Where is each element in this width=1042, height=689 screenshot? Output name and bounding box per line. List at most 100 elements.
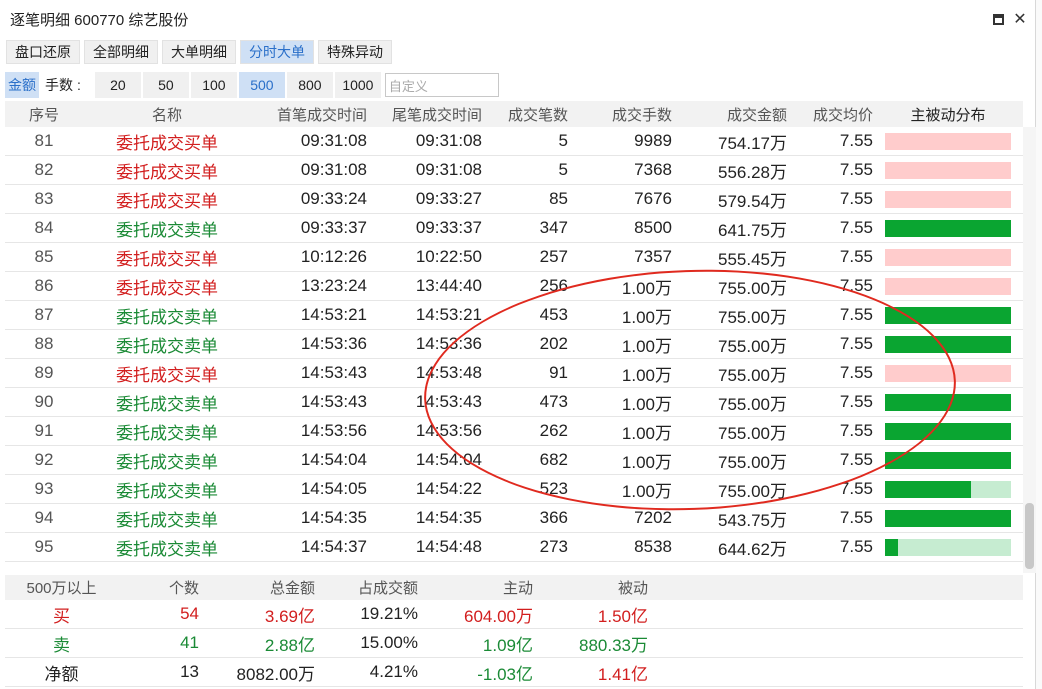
cell-count: 257 <box>539 247 568 266</box>
distribution-bar <box>885 509 1011 527</box>
cell-count: 85 <box>549 189 568 208</box>
vertical-scrollbar[interactable] <box>1023 127 1036 573</box>
cell-first: 09:31:08 <box>300 160 367 179</box>
cell-lots: 1.00万 <box>621 481 672 501</box>
column-header[interactable]: 成交金额 <box>672 104 787 125</box>
cell-name: 委托成交卖单 <box>116 481 218 501</box>
cell-amount: 755.00万 <box>718 307 787 327</box>
lot-option-20[interactable]: 20 <box>94 72 141 98</box>
table-row[interactable]: 92 委托成交卖单 14:54:04 14:54:04 682 1.00万 755.00万 7… <box>5 446 1023 475</box>
cell-lots: 8538 <box>634 537 672 556</box>
amount-filter-button[interactable]: 金额 <box>5 72 39 98</box>
lot-option-500[interactable]: 500 <box>238 72 285 98</box>
cell-first: 14:53:43 <box>300 392 367 411</box>
cell-avg: 7.55 <box>839 160 873 179</box>
distribution-bar-fill <box>885 422 1011 440</box>
tab-4[interactable]: 特殊异动 <box>318 40 392 64</box>
trade-detail-window: 逐笔明细 600770 综艺股份 ✕ 盘口还原 全部明细 大单明细 分时大单 特殊异动 … <box>0 0 1036 689</box>
column-header[interactable]: 成交均价 <box>787 104 873 125</box>
cell-name: 委托成交买单 <box>116 162 218 182</box>
distribution-bar <box>885 190 1011 208</box>
cell-last: 09:33:37 <box>415 218 482 237</box>
table-row[interactable]: 89 委托成交买单 14:53:43 14:53:48 91 1.00万 755.00万 7.… <box>5 359 1023 388</box>
tab-bar: 盘口还原 全部明细 大单明细 分时大单 特殊异动 <box>0 38 1035 66</box>
custom-lots-input[interactable]: 自定义 <box>384 73 499 97</box>
cell-last: 09:31:08 <box>415 131 482 150</box>
cell-first: 14:54:05 <box>300 479 367 498</box>
cell-lots: 7202 <box>634 508 672 527</box>
table-row[interactable]: 94 委托成交卖单 14:54:35 14:54:35 366 7202 543.75万 7.… <box>5 504 1023 533</box>
cell-first: 14:54:04 <box>300 450 367 469</box>
column-header[interactable]: 首笔成交时间 <box>256 104 367 125</box>
distribution-bar-fill <box>885 480 971 498</box>
tab-2[interactable]: 大单明细 <box>162 40 236 64</box>
cell-amount: 755.00万 <box>718 481 787 501</box>
summary-column-header: 总金额 <box>269 580 315 597</box>
cell-count: 682 <box>539 450 568 469</box>
cell-first: 14:54:37 <box>300 537 367 556</box>
cell-lots: 7357 <box>634 247 672 266</box>
table-row[interactable]: 82 委托成交买单 09:31:08 09:31:08 5 7368 556.28万 7.55 <box>5 156 1023 185</box>
cell-count: 256 <box>539 276 568 295</box>
table-row[interactable]: 85 委托成交买单 10:12:26 10:22:50 257 7357 555.45万 7.… <box>5 243 1023 272</box>
table-row[interactable]: 83 委托成交买单 09:33:24 09:33:27 85 7676 579.54万 7.5… <box>5 185 1023 214</box>
cell-name: 委托成交买单 <box>116 278 218 298</box>
summary-cell-pct: 15.00% <box>360 633 418 652</box>
cell-last: 14:54:35 <box>415 508 482 527</box>
cell-amount: 755.00万 <box>718 452 787 472</box>
lot-option-800[interactable]: 800 <box>286 72 333 98</box>
cell-lots: 1.00万 <box>621 452 672 472</box>
table-row[interactable]: 91 委托成交卖单 14:53:56 14:53:56 262 1.00万 755.00万 7… <box>5 417 1023 446</box>
lot-options: 20 50 100 500 800 1000 <box>94 72 383 98</box>
table-row[interactable]: 88 委托成交卖单 14:53:36 14:53:36 202 1.00万 755.00万 7… <box>5 330 1023 359</box>
cell-avg: 7.55 <box>839 450 873 469</box>
cell-avg: 7.55 <box>839 508 873 527</box>
cell-name: 委托成交卖单 <box>116 307 218 327</box>
close-button[interactable]: ✕ <box>1009 8 1031 30</box>
summary-cell-pct: 4.21% <box>369 662 418 681</box>
cell-no: 94 <box>34 508 54 527</box>
column-header[interactable]: 主被动分布 <box>873 104 1023 125</box>
distribution-bar <box>885 422 1011 440</box>
distribution-bar-fill <box>885 219 1011 237</box>
cell-name: 委托成交卖单 <box>116 539 218 559</box>
cell-amount: 755.00万 <box>718 365 787 385</box>
tab-1[interactable]: 全部明细 <box>84 40 158 64</box>
table-row[interactable]: 84 委托成交卖单 09:33:37 09:33:37 347 8500 641.75万 7.… <box>5 214 1023 243</box>
cell-last: 14:54:22 <box>415 479 482 498</box>
table-row[interactable]: 86 委托成交买单 13:23:24 13:44:40 256 1.00万 755.00万 7… <box>5 272 1023 301</box>
cell-name: 委托成交买单 <box>116 191 218 211</box>
column-header[interactable]: 成交笔数 <box>482 104 568 125</box>
scrollbar-thumb[interactable] <box>1025 503 1034 569</box>
cell-count: 5 <box>558 160 568 179</box>
cell-lots: 1.00万 <box>621 307 672 327</box>
table-row[interactable]: 81 委托成交买单 09:31:08 09:31:08 5 9989 754.17万 7.55 <box>5 127 1023 156</box>
cell-count: 262 <box>539 421 568 440</box>
cell-lots: 1.00万 <box>621 365 672 385</box>
lot-option-50[interactable]: 50 <box>142 72 189 98</box>
summary-table: 500万以上 个数 总金额 占成交额 主动 被动 买 54 3.69亿 19.21% 604.00… <box>5 575 1023 687</box>
column-header[interactable]: 名称 <box>78 104 256 125</box>
cell-count: 347 <box>539 218 568 237</box>
column-header[interactable]: 尾笔成交时间 <box>367 104 482 125</box>
summary-cell-label: 买 <box>53 606 70 626</box>
column-header[interactable]: 序号 <box>5 104 78 125</box>
table-body: 81 委托成交买单 09:31:08 09:31:08 5 9989 754.17万 7.55… <box>5 127 1023 562</box>
table-row[interactable]: 95 委托成交卖单 14:54:37 14:54:48 273 8538 644.62万 7.… <box>5 533 1023 562</box>
lot-option-100[interactable]: 100 <box>190 72 237 98</box>
distribution-cell <box>873 248 1023 266</box>
table-row[interactable]: 93 委托成交卖单 14:54:05 14:54:22 523 1.00万 755.00万 7… <box>5 475 1023 504</box>
tab-3[interactable]: 分时大单 <box>240 40 314 64</box>
table-row[interactable]: 90 委托成交卖单 14:53:43 14:53:43 473 1.00万 755.00万 7… <box>5 388 1023 417</box>
summary-column-header: 500万以上 <box>26 580 97 597</box>
tab-0[interactable]: 盘口还原 <box>6 40 80 64</box>
cell-avg: 7.55 <box>839 479 873 498</box>
column-header[interactable]: 成交手数 <box>568 104 672 125</box>
distribution-bar <box>885 393 1011 411</box>
table-row[interactable]: 87 委托成交卖单 14:53:21 14:53:21 453 1.00万 755.00万 7… <box>5 301 1023 330</box>
cell-name: 委托成交卖单 <box>116 452 218 472</box>
distribution-cell <box>873 306 1023 324</box>
summary-column-header: 主动 <box>502 580 533 597</box>
lot-option-1000[interactable]: 1000 <box>334 72 381 98</box>
minimize-button[interactable] <box>987 8 1009 30</box>
